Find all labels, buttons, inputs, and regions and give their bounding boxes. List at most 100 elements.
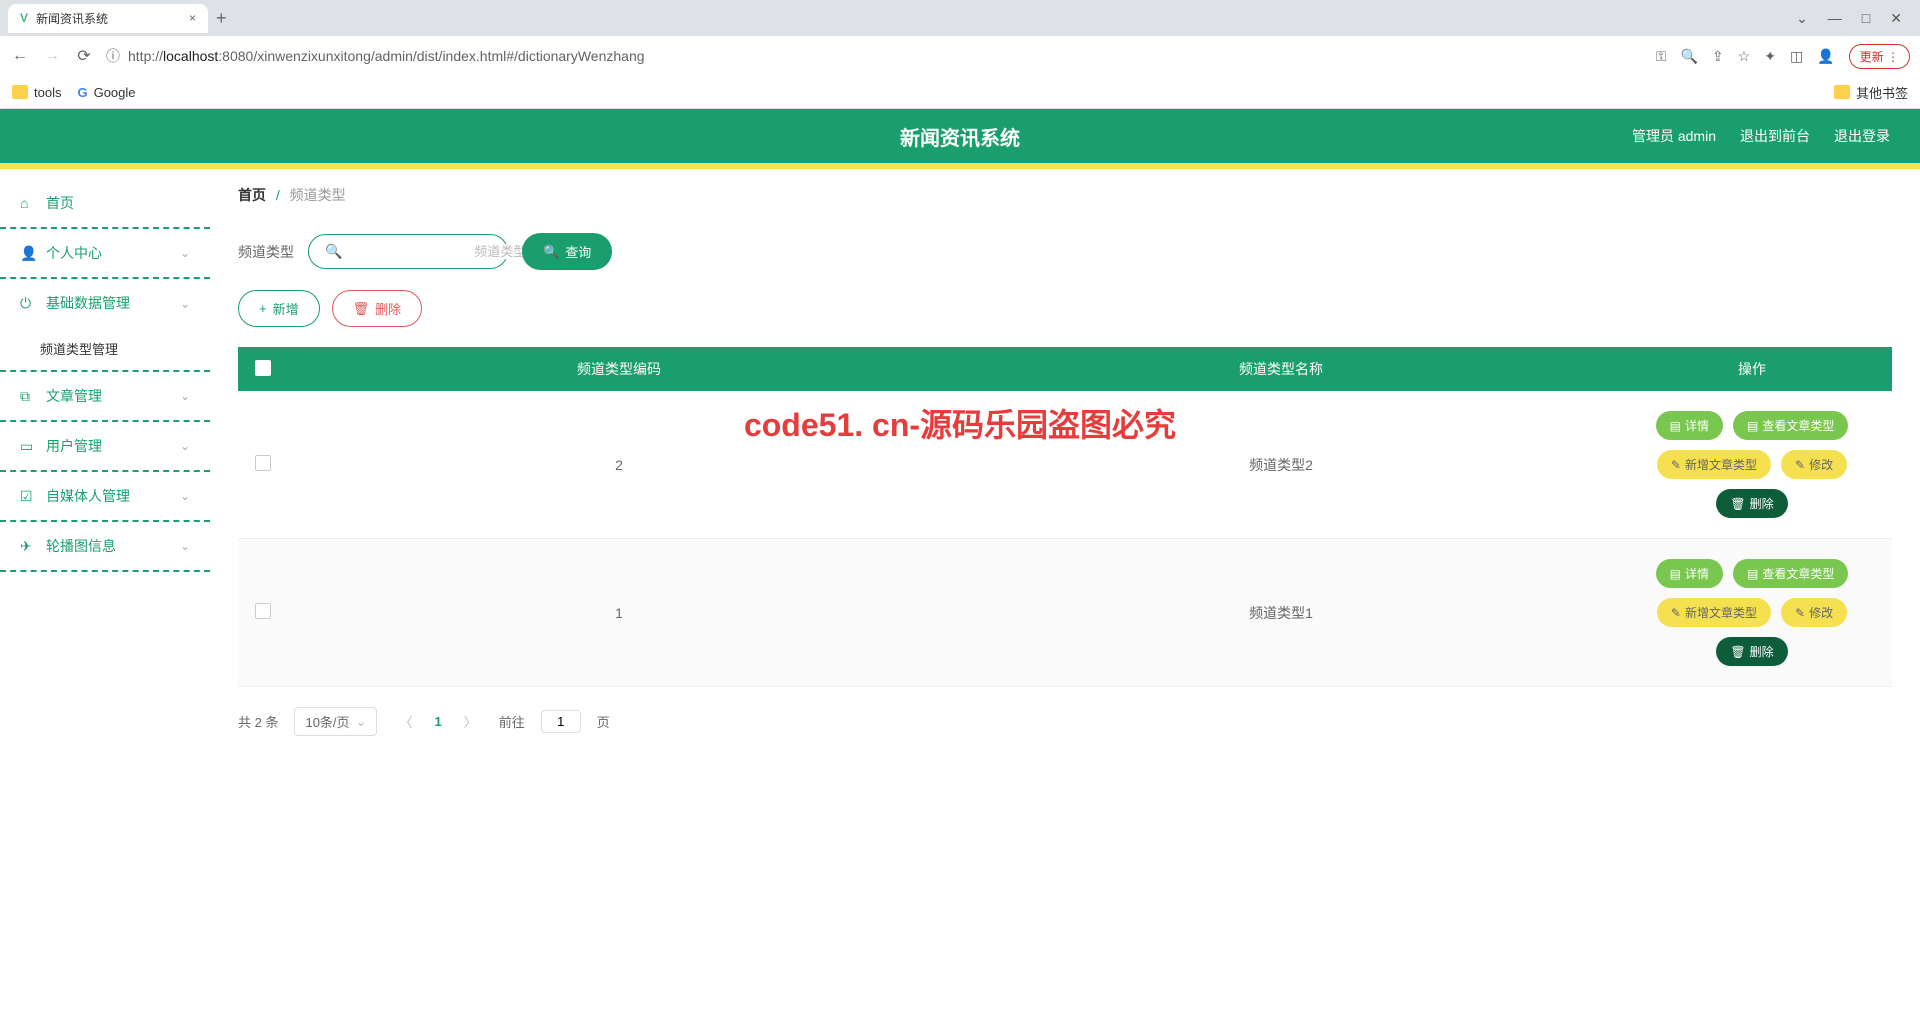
sidebar-item-label: 基础数据管理 [46, 293, 130, 313]
new-tab-button[interactable]: + [216, 8, 227, 29]
plus-icon: + [259, 301, 267, 316]
row-checkbox[interactable] [255, 455, 271, 471]
share-icon[interactable]: ⇪ [1712, 48, 1724, 65]
zoom-icon[interactable]: 🔍 [1681, 48, 1698, 65]
folder-icon [12, 85, 28, 99]
add-button[interactable]: + 新增 [238, 290, 320, 327]
prev-page-button[interactable]: 〈 [393, 712, 418, 731]
info-icon[interactable]: ⓘ [106, 46, 120, 66]
cell-code: 2 [288, 391, 950, 539]
check-icon: ☑ [20, 488, 36, 505]
star-icon[interactable]: ☆ [1738, 48, 1751, 65]
add-button-label: 新增 [273, 299, 299, 318]
sidebar-item-carousel[interactable]: ✈ 轮播图信息 ⌄ [0, 522, 210, 572]
search-input-wrap[interactable]: 🔍 [308, 234, 508, 269]
pagination: 共 2 条 10条/页 ⌄ 〈 1 〉 前往 页 [238, 707, 1892, 736]
url-host: localhost [163, 48, 218, 64]
chevron-down-icon: ⌄ [180, 539, 190, 553]
sidebar-sub-channel-type[interactable]: 频道类型管理 [0, 327, 210, 372]
chevron-down-icon: ⌄ [356, 714, 367, 730]
page-suffix: 页 [597, 712, 610, 731]
pill-label: 删除 [1750, 495, 1774, 512]
close-icon[interactable]: × [189, 11, 196, 25]
sidebar-item-media[interactable]: ☑ 自媒体人管理 ⌄ [0, 472, 210, 522]
forward-icon[interactable]: → [42, 47, 62, 65]
close-window-icon[interactable]: ✕ [1890, 10, 1902, 27]
view-article-button[interactable]: ▤ 查看文章类型 [1733, 411, 1848, 440]
panel-icon[interactable]: ◫ [1790, 48, 1803, 65]
edit-button[interactable]: ✎ 修改 [1781, 598, 1847, 627]
search-button[interactable]: 🔍 查询 [522, 233, 612, 270]
col-checkbox [238, 347, 288, 391]
sidebar-item-user[interactable]: ▭ 用户管理 ⌄ [0, 422, 210, 472]
key-icon[interactable]: ⚿ [1656, 48, 1667, 65]
update-label: 更新 [1860, 50, 1884, 64]
page-size-select[interactable]: 10条/页 ⌄ [294, 707, 377, 736]
search-row: 频道类型 🔍 🔍 查询 [238, 233, 1892, 270]
sidebar-item-personal[interactable]: 👤 个人中心 ⌄ [0, 229, 210, 279]
sidebar: ⌂ 首页 👤 个人中心 ⌄ ⏻ 基础数据管理 ⌃ 频道类型管理 ⧉ 文章管理 ⌄… [0, 169, 210, 752]
next-page-button[interactable]: 〉 [458, 712, 483, 731]
page-number[interactable]: 1 [434, 714, 441, 729]
edit-button[interactable]: ✎ 修改 [1781, 450, 1847, 479]
url-text: http://localhost:8080/xinwenzixunxitong/… [128, 48, 645, 64]
header-right: 管理员 admin 退出到前台 退出登录 [1632, 126, 1920, 146]
page-input[interactable] [541, 710, 581, 733]
sidebar-item-basedata[interactable]: ⏻ 基础数据管理 ⌃ [0, 279, 210, 327]
row-delete-button[interactable]: 🗑 删除 [1716, 489, 1787, 518]
table-row: 2 频道类型2 ▤ 详情 ▤ 查看文章类型 ✎ 新增文章类型 ✎ 修改 🗑 删除 [238, 391, 1892, 539]
bookmark-google[interactable]: GGoogle [77, 85, 135, 100]
bookmarks-bar: tools GGoogle 其他书签 [0, 76, 1920, 108]
pill-label: 查看文章类型 [1762, 417, 1834, 434]
app-title: 新闻资讯系统 [900, 122, 1020, 151]
header-user[interactable]: 管理员 admin [1632, 126, 1716, 146]
nav-bar: ← → ⟳ ⓘ http://localhost:8080/xinwenzixu… [0, 36, 1920, 76]
logout-link[interactable]: 退出登录 [1834, 126, 1890, 146]
pill-label: 查看文章类型 [1762, 565, 1834, 582]
bookmark-other[interactable]: 其他书签 [1834, 83, 1908, 102]
sidebar-item-label: 文章管理 [46, 386, 102, 406]
search-input[interactable] [350, 244, 526, 259]
row-checkbox[interactable] [255, 603, 271, 619]
op-cell: ▤ 详情 ▤ 查看文章类型 ✎ 新增文章类型 ✎ 修改 🗑 删除 [1620, 401, 1884, 528]
row-delete-button[interactable]: 🗑 删除 [1716, 637, 1787, 666]
maximize-icon[interactable]: □ [1862, 10, 1870, 27]
reload-icon[interactable]: ⟳ [74, 46, 94, 66]
breadcrumb-separator: / [276, 187, 280, 203]
address-bar[interactable]: ⓘ http://localhost:8080/xinwenzixunxiton… [106, 46, 1644, 66]
back-icon[interactable]: ← [10, 47, 30, 65]
browser-chrome: V 新闻资讯系统 × + ⌄ — □ ✕ ← → ⟳ ⓘ http://loca… [0, 0, 1920, 109]
checkbox-all[interactable] [255, 360, 271, 376]
breadcrumb-home[interactable]: 首页 [238, 187, 266, 203]
add-article-button[interactable]: ✎ 新增文章类型 [1657, 450, 1771, 479]
to-front-link[interactable]: 退出到前台 [1740, 126, 1810, 146]
sidebar-item-article[interactable]: ⧉ 文章管理 ⌄ [0, 372, 210, 422]
view-article-button[interactable]: ▤ 查看文章类型 [1733, 559, 1848, 588]
trash-icon: 🗑 [353, 301, 370, 317]
pill-label: 修改 [1809, 604, 1833, 621]
cell-name: 频道类型2 [950, 391, 1612, 539]
app-body: ⌂ 首页 👤 个人中心 ⌄ ⏻ 基础数据管理 ⌃ 频道类型管理 ⧉ 文章管理 ⌄… [0, 169, 1920, 752]
search-icon: 🔍 [543, 244, 559, 260]
window-controls: ⌄ — □ ✕ [1796, 10, 1912, 27]
profile-icon[interactable]: 👤 [1817, 48, 1834, 65]
delete-button[interactable]: 🗑 删除 [332, 290, 423, 327]
sidebar-item-home[interactable]: ⌂ 首页 [0, 179, 210, 229]
delete-button-label: 删除 [375, 299, 401, 318]
pager-total: 共 2 条 [238, 712, 278, 731]
detail-button[interactable]: ▤ 详情 [1656, 411, 1723, 440]
chevron-down-icon[interactable]: ⌄ [1796, 10, 1808, 27]
browser-tab[interactable]: V 新闻资讯系统 × [8, 4, 208, 33]
cell-code: 1 [288, 539, 950, 687]
tab-title: 新闻资讯系统 [36, 10, 108, 27]
pill-label: 详情 [1685, 417, 1709, 434]
nav-right: ⚿ 🔍 ⇪ ☆ ✦ ◫ 👤 更新 ⋮ [1656, 44, 1910, 69]
chevron-down-icon: ⌄ [180, 389, 190, 403]
bookmark-tools[interactable]: tools [12, 85, 61, 100]
detail-button[interactable]: ▤ 详情 [1656, 559, 1723, 588]
add-article-button[interactable]: ✎ 新增文章类型 [1657, 598, 1771, 627]
update-button[interactable]: 更新 ⋮ [1849, 44, 1910, 69]
extension-icon[interactable]: ✦ [1764, 48, 1776, 65]
minimize-icon[interactable]: — [1828, 10, 1842, 27]
breadcrumb: 首页 / 频道类型 [238, 185, 1892, 205]
